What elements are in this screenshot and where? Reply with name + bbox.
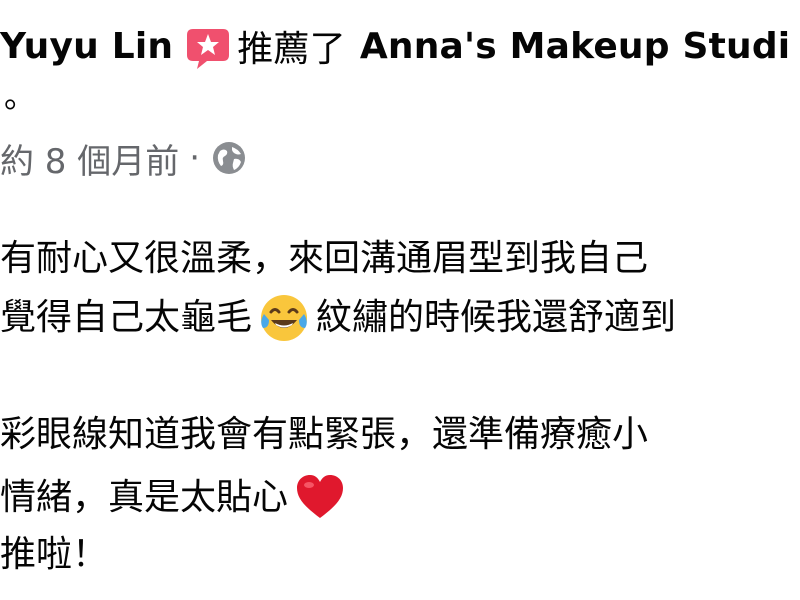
post-body-line: 推啦！	[0, 532, 108, 578]
post-body-line: 彩眼線知道我會有點緊張，還準備療癒小	[0, 412, 648, 458]
post-body-text: 情緒，真是太貼心	[0, 477, 289, 518]
red-heart-emoji	[294, 472, 346, 524]
post-body-text: 有耐心又很溫柔，來回溝通眉型到我自己	[0, 238, 649, 279]
post-timestamp[interactable]: 約 8 個月前	[0, 134, 179, 183]
header-period: 。	[4, 77, 37, 115]
post-body-line: 覺得自己太龜毛 紋繡的時候我還舒適到	[0, 292, 676, 344]
meta-separator: ·	[189, 138, 201, 178]
recommend-badge-icon	[185, 25, 231, 71]
post-body-line: 情緒，真是太貼心	[0, 472, 352, 524]
recommend-text: 推薦了	[237, 29, 346, 70]
globe-icon[interactable]	[210, 139, 248, 177]
tears-of-joy-emoji	[258, 292, 310, 344]
post-meta: 約 8 個月前 ·	[0, 134, 248, 183]
post-body-text: 覺得自己太龜毛	[0, 297, 253, 338]
page-name-link[interactable]: Anna's Makeup Studi	[360, 26, 791, 67]
author-name[interactable]: Yuyu Lin	[0, 26, 173, 67]
post-body-line: 有耐心又很溫柔，來回溝通眉型到我自己	[0, 236, 648, 282]
post-body-text: 彩眼線知道我會有點緊張，還準備療癒小	[0, 414, 649, 455]
post-body-text: 推啦！	[0, 534, 109, 575]
post-body-text: 紋繡的時候我還舒適到	[316, 297, 677, 338]
post-header: Yuyu Lin 推薦了 Anna's Makeup Studi	[0, 24, 791, 71]
